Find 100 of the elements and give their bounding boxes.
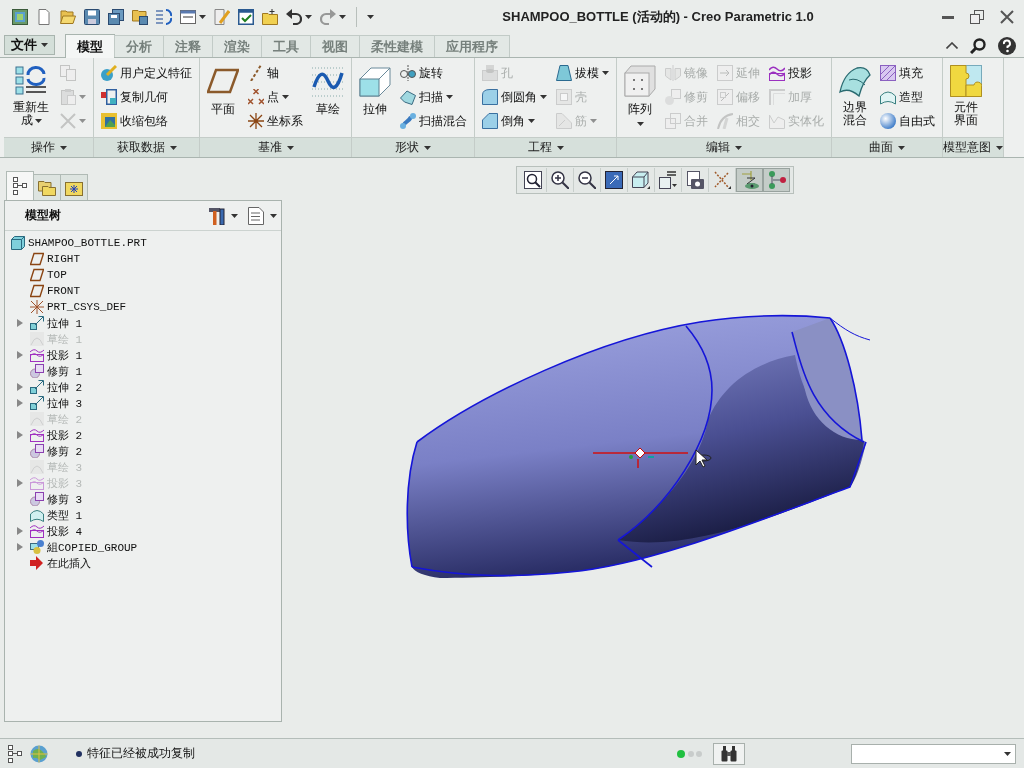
- coordinate-system-button[interactable]: 坐标系: [246, 109, 305, 133]
- tree-item[interactable]: 組COPIED_GROUP: [47, 539, 138, 555]
- find-button[interactable]: [713, 742, 745, 765]
- filter-field[interactable]: [851, 743, 1016, 764]
- dashed-cross-icon: [713, 171, 731, 189]
- expand-arrow-icon[interactable]: [16, 351, 24, 359]
- group-menu-button[interactable]: 形状: [352, 137, 474, 157]
- group-menu-button[interactable]: 曲面: [832, 137, 942, 157]
- chevron-up-icon[interactable]: [946, 42, 958, 49]
- freestyle-button[interactable]: 自由式: [878, 109, 937, 133]
- floppy-stack-icon[interactable]: [108, 9, 124, 25]
- revolve-button[interactable]: 旋转: [398, 61, 469, 85]
- ribbon-tab[interactable]: 模型: [65, 34, 115, 58]
- point-button[interactable]: 点: [246, 85, 305, 109]
- tree-item[interactable]: TOP: [47, 269, 67, 281]
- wave-lines-icon: [30, 428, 44, 442]
- chamfer-button[interactable]: 倒角: [480, 109, 549, 133]
- caret-icon: [231, 213, 238, 218]
- panel-title: 模型树: [25, 207, 61, 224]
- expand-arrow-icon[interactable]: [16, 431, 24, 439]
- checked-window-icon[interactable]: [238, 9, 254, 25]
- style-button[interactable]: 造型: [878, 85, 937, 109]
- parallelogram-icon: [30, 252, 44, 266]
- tree-item[interactable]: 修剪 1: [47, 363, 83, 379]
- tree-item[interactable]: 投影 1: [47, 347, 83, 363]
- file-menu-button[interactable]: 文件: [4, 35, 55, 55]
- tree-settings-button[interactable]: [209, 206, 238, 225]
- tree-item[interactable]: FRONT: [47, 285, 80, 297]
- search-icon[interactable]: [970, 37, 986, 54]
- extrude-button[interactable]: 拉伸: [357, 61, 393, 135]
- tree-item[interactable]: 投影 4: [47, 523, 83, 539]
- tree-item[interactable]: PRT_CSYS_DEF: [47, 301, 127, 313]
- navigator-tab[interactable]: [6, 171, 34, 200]
- expand-arrow-icon[interactable]: [16, 543, 24, 551]
- round-button[interactable]: 倒圆角: [480, 85, 549, 109]
- close-icon[interactable]: [1000, 10, 1014, 24]
- window-logo-icon[interactable]: [12, 9, 28, 25]
- tree-item[interactable]: 类型 1: [47, 507, 83, 523]
- shrinkwrap-button[interactable]: 收缩包络: [99, 109, 194, 133]
- restore-icon[interactable]: [970, 10, 984, 24]
- tree-item[interactable]: 修剪 2: [47, 443, 83, 459]
- group-menu-button[interactable]: 编辑: [617, 137, 831, 157]
- box-arrow-icon: [30, 380, 44, 394]
- folder-floppy-icon[interactable]: [132, 9, 148, 25]
- boundary-blend-button[interactable]: 边界混合: [837, 61, 873, 135]
- floppy-icon[interactable]: [84, 9, 100, 25]
- caret-icon[interactable]: [199, 15, 206, 19]
- tree-item[interactable]: 拉伸 2: [47, 379, 83, 395]
- tree-item[interactable]: 修剪 3: [47, 491, 83, 507]
- expand-arrow-icon[interactable]: [16, 527, 24, 535]
- cross-icon: [60, 113, 76, 129]
- undo-icon[interactable]: [286, 9, 302, 25]
- user-defined-feature-button[interactable]: 用户定义特征: [99, 61, 194, 85]
- status-lights-icon: [677, 749, 703, 758]
- tree-item[interactable]: SHAMPOO_BOTTLE.PRT: [28, 237, 147, 249]
- draft-button[interactable]: 拔模: [554, 61, 611, 85]
- tree-item[interactable]: RIGHT: [47, 253, 80, 265]
- plane-button[interactable]: 平面: [205, 61, 241, 135]
- tree-structure-icon: [13, 177, 27, 195]
- parallelogram-icon: [30, 268, 44, 282]
- offset-box-icon: [717, 89, 733, 105]
- copy-geometry-button[interactable]: 复制几何: [99, 85, 194, 109]
- tree-display-button[interactable]: [248, 206, 277, 225]
- swept-blend-button[interactable]: 扫描混合: [398, 109, 469, 133]
- caret-icon[interactable]: [305, 15, 312, 19]
- sketch-button[interactable]: 草绘: [310, 61, 346, 135]
- expand-arrow-icon[interactable]: [16, 383, 24, 391]
- tree-item[interactable]: 拉伸 3: [47, 395, 83, 411]
- axis-button[interactable]: 轴: [246, 61, 305, 85]
- navigator-tab[interactable]: [33, 174, 61, 200]
- tree-item[interactable]: 拉伸 1: [47, 315, 83, 331]
- component-interface-button[interactable]: 元件界面: [948, 61, 984, 135]
- group-menu-button[interactable]: 基准: [200, 137, 351, 157]
- open-folder-icon[interactable]: [60, 9, 76, 25]
- expand-arrow-icon[interactable]: [16, 319, 24, 327]
- pattern-button[interactable]: 阵列: [622, 61, 658, 135]
- help-icon[interactable]: [998, 36, 1016, 55]
- group-menu-button[interactable]: 工程: [475, 137, 616, 157]
- window-icon[interactable]: [180, 9, 196, 25]
- caret-icon[interactable]: [367, 15, 374, 19]
- expand-arrow-icon[interactable]: [16, 399, 24, 407]
- list-arrows-icon[interactable]: [156, 9, 172, 25]
- fill-button[interactable]: 填充: [878, 61, 937, 85]
- group-menu-button[interactable]: 模型意图: [943, 137, 1003, 157]
- minimize-icon[interactable]: [942, 15, 954, 19]
- project-button[interactable]: 投影: [767, 61, 826, 85]
- tree-structure-icon[interactable]: [8, 744, 22, 763]
- rounded-corner-icon: [482, 89, 498, 105]
- group-menu-button[interactable]: 操作: [4, 137, 93, 157]
- regenerate-button[interactable]: 重新生成: [9, 61, 53, 135]
- folder-icon[interactable]: [262, 9, 278, 25]
- caret-icon: [996, 145, 1003, 150]
- tree-item[interactable]: 在此插入: [47, 555, 91, 571]
- pencil-page-icon[interactable]: [214, 9, 230, 25]
- navigator-tab[interactable]: [60, 174, 88, 200]
- sweep-button[interactable]: 扫描: [398, 85, 469, 109]
- group-menu-button[interactable]: 获取数据: [94, 137, 199, 157]
- parallelogram-icon: [30, 284, 44, 298]
- tree-item[interactable]: 投影 2: [47, 427, 83, 443]
- blank-page-icon[interactable]: [36, 9, 52, 25]
